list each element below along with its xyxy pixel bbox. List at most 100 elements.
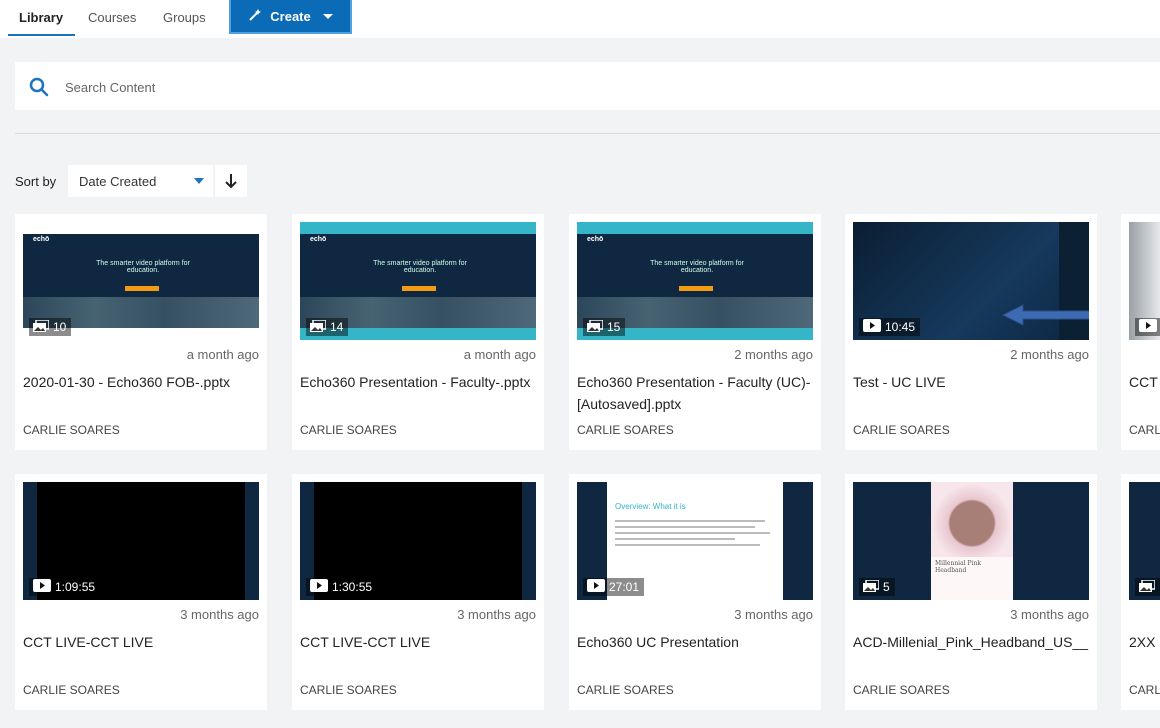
badge-text: 5 bbox=[883, 580, 890, 594]
duration-badge: 1:09:55 bbox=[29, 578, 101, 596]
slides-icon bbox=[33, 318, 50, 335]
search-bar bbox=[15, 62, 1160, 110]
slide-count-badge: 14 bbox=[306, 318, 349, 336]
created-time: a month ago bbox=[463, 347, 536, 362]
create-button[interactable]: Create bbox=[229, 0, 352, 34]
thumbnail: Millennial Pink Headband 5 bbox=[853, 482, 1089, 600]
chevron-down-icon bbox=[322, 13, 333, 19]
media-title[interactable]: 2XX bbox=[1129, 631, 1160, 653]
created-time: 3 months ago bbox=[180, 607, 259, 622]
thumbnail bbox=[1129, 222, 1160, 340]
author-name: CARLIE SOARES bbox=[577, 423, 674, 437]
active-tab-indicator bbox=[8, 34, 75, 36]
thumbnail: echō The smarter video platform for educ… bbox=[23, 222, 259, 340]
slide-count-badge: 10 bbox=[29, 318, 72, 336]
badge-text: 10:45 bbox=[885, 320, 916, 334]
slide-tagline: The smarter video platform for education… bbox=[650, 260, 744, 274]
media-card[interactable]: echō The smarter video platform for educ… bbox=[292, 214, 544, 450]
badge-text: 15 bbox=[607, 320, 621, 334]
media-title[interactable]: Echo360 UC Presentation bbox=[577, 631, 817, 653]
magic-wand-icon bbox=[248, 8, 262, 25]
thumbnail: 1:30:55 bbox=[300, 482, 536, 600]
author-name: CARLIE SOARES bbox=[853, 423, 950, 437]
media-card[interactable]: echō The smarter video platform for educ… bbox=[569, 214, 821, 450]
media-title[interactable]: Test - UC LIVE bbox=[853, 371, 1093, 393]
media-card[interactable]: 2XX CARL bbox=[1121, 474, 1160, 710]
play-icon bbox=[1139, 319, 1157, 335]
duration-badge: 27:01 bbox=[583, 578, 645, 596]
chevron-down-icon bbox=[194, 178, 204, 184]
duration-badge bbox=[1135, 318, 1160, 336]
slide-logo: echō bbox=[587, 236, 604, 243]
slide-heading: Overview: What it is bbox=[615, 502, 686, 511]
badge-text: 27:01 bbox=[609, 580, 640, 594]
tab-library[interactable]: Library bbox=[19, 10, 63, 25]
tab-courses[interactable]: Courses bbox=[88, 10, 136, 25]
top-navigation: Library Courses Groups Create bbox=[0, 0, 1160, 38]
thumbnail: 1:09:55 bbox=[23, 482, 259, 600]
media-title[interactable]: CCT LIVE-CCT LIVE bbox=[300, 631, 540, 653]
badge-text: 14 bbox=[330, 320, 344, 334]
created-time: a month ago bbox=[186, 347, 259, 362]
sort-label: Sort by bbox=[15, 174, 57, 189]
slide-tagline: The smarter video platform for education… bbox=[373, 260, 467, 274]
divider bbox=[15, 133, 1160, 134]
slide-count-badge bbox=[1135, 578, 1160, 596]
create-label: Create bbox=[270, 8, 311, 24]
sort-direction-button[interactable] bbox=[215, 165, 247, 197]
media-title[interactable]: CCT LIVE-CCT LIVE bbox=[23, 631, 263, 653]
created-time: 2 months ago bbox=[734, 347, 813, 362]
badge-text: 1:09:55 bbox=[55, 580, 96, 594]
badge-text: 10 bbox=[53, 320, 67, 334]
tab-groups[interactable]: Groups bbox=[163, 10, 206, 25]
media-card[interactable]: Millennial Pink Headband 5 3 months ago … bbox=[845, 474, 1097, 710]
duration-badge: 10:45 bbox=[859, 318, 921, 336]
sort-select[interactable]: Date Created bbox=[68, 165, 213, 197]
created-time: 3 months ago bbox=[457, 607, 536, 622]
author-name: CARL bbox=[1129, 683, 1160, 697]
slides-icon bbox=[863, 578, 880, 595]
media-card[interactable]: CCT CARL bbox=[1121, 214, 1160, 450]
play-icon bbox=[310, 579, 328, 595]
slide-count-badge: 5 bbox=[859, 578, 895, 596]
media-title[interactable]: Echo360 Presentation - Faculty (UC)- [Au… bbox=[577, 371, 817, 415]
slide-caption: Millennial Pink Headband bbox=[935, 560, 981, 574]
slides-icon bbox=[310, 318, 327, 335]
slide-tagline: The smarter video platform for education… bbox=[96, 260, 190, 274]
play-icon bbox=[33, 579, 51, 595]
slide-logo: echō bbox=[33, 236, 50, 243]
media-title[interactable]: ACD-Millenial_Pink_Headband_US__ bbox=[853, 631, 1093, 653]
author-name: CARLIE SOARES bbox=[853, 683, 950, 697]
arrow-left-icon bbox=[1001, 304, 1089, 326]
author-name: CARLIE SOARES bbox=[23, 683, 120, 697]
media-card[interactable]: 1:09:55 3 months ago CCT LIVE-CCT LIVE C… bbox=[15, 474, 267, 710]
duration-badge: 1:30:55 bbox=[306, 578, 378, 596]
badge-text: 1:30:55 bbox=[332, 580, 373, 594]
media-card[interactable]: Overview: What it is 27:01 3 months ago … bbox=[569, 474, 821, 710]
created-time: 3 months ago bbox=[734, 607, 813, 622]
slide-logo: echō bbox=[310, 236, 327, 243]
created-time: 3 months ago bbox=[1010, 607, 1089, 622]
slide-count-badge: 15 bbox=[583, 318, 626, 336]
author-name: CARLIE SOARES bbox=[300, 683, 397, 697]
play-icon bbox=[863, 319, 881, 335]
media-title[interactable]: CCT bbox=[1129, 371, 1160, 393]
slides-icon bbox=[587, 318, 604, 335]
author-name: CARLIE SOARES bbox=[300, 423, 397, 437]
arrow-down-icon bbox=[225, 174, 237, 189]
play-icon bbox=[587, 579, 605, 595]
media-card[interactable]: 10:45 2 months ago Test - UC LIVE CARLIE… bbox=[845, 214, 1097, 450]
created-time: 2 months ago bbox=[1010, 347, 1089, 362]
thumbnail: Overview: What it is 27:01 bbox=[577, 482, 813, 600]
author-name: CARLIE SOARES bbox=[577, 683, 674, 697]
media-card[interactable]: 1:30:55 3 months ago CCT LIVE-CCT LIVE C… bbox=[292, 474, 544, 710]
author-name: CARLIE SOARES bbox=[23, 423, 120, 437]
slides-icon bbox=[1139, 578, 1156, 595]
media-title[interactable]: Echo360 Presentation - Faculty-.pptx bbox=[300, 371, 540, 393]
search-input[interactable] bbox=[63, 74, 667, 100]
thumbnail: echō The smarter video platform for educ… bbox=[577, 222, 813, 340]
media-title[interactable]: 2020-01-30 - Echo360 FOB-.pptx bbox=[23, 371, 263, 393]
author-name: CARL bbox=[1129, 423, 1160, 437]
thumbnail: echō The smarter video platform for educ… bbox=[300, 222, 536, 340]
media-card[interactable]: echō The smarter video platform for educ… bbox=[15, 214, 267, 450]
